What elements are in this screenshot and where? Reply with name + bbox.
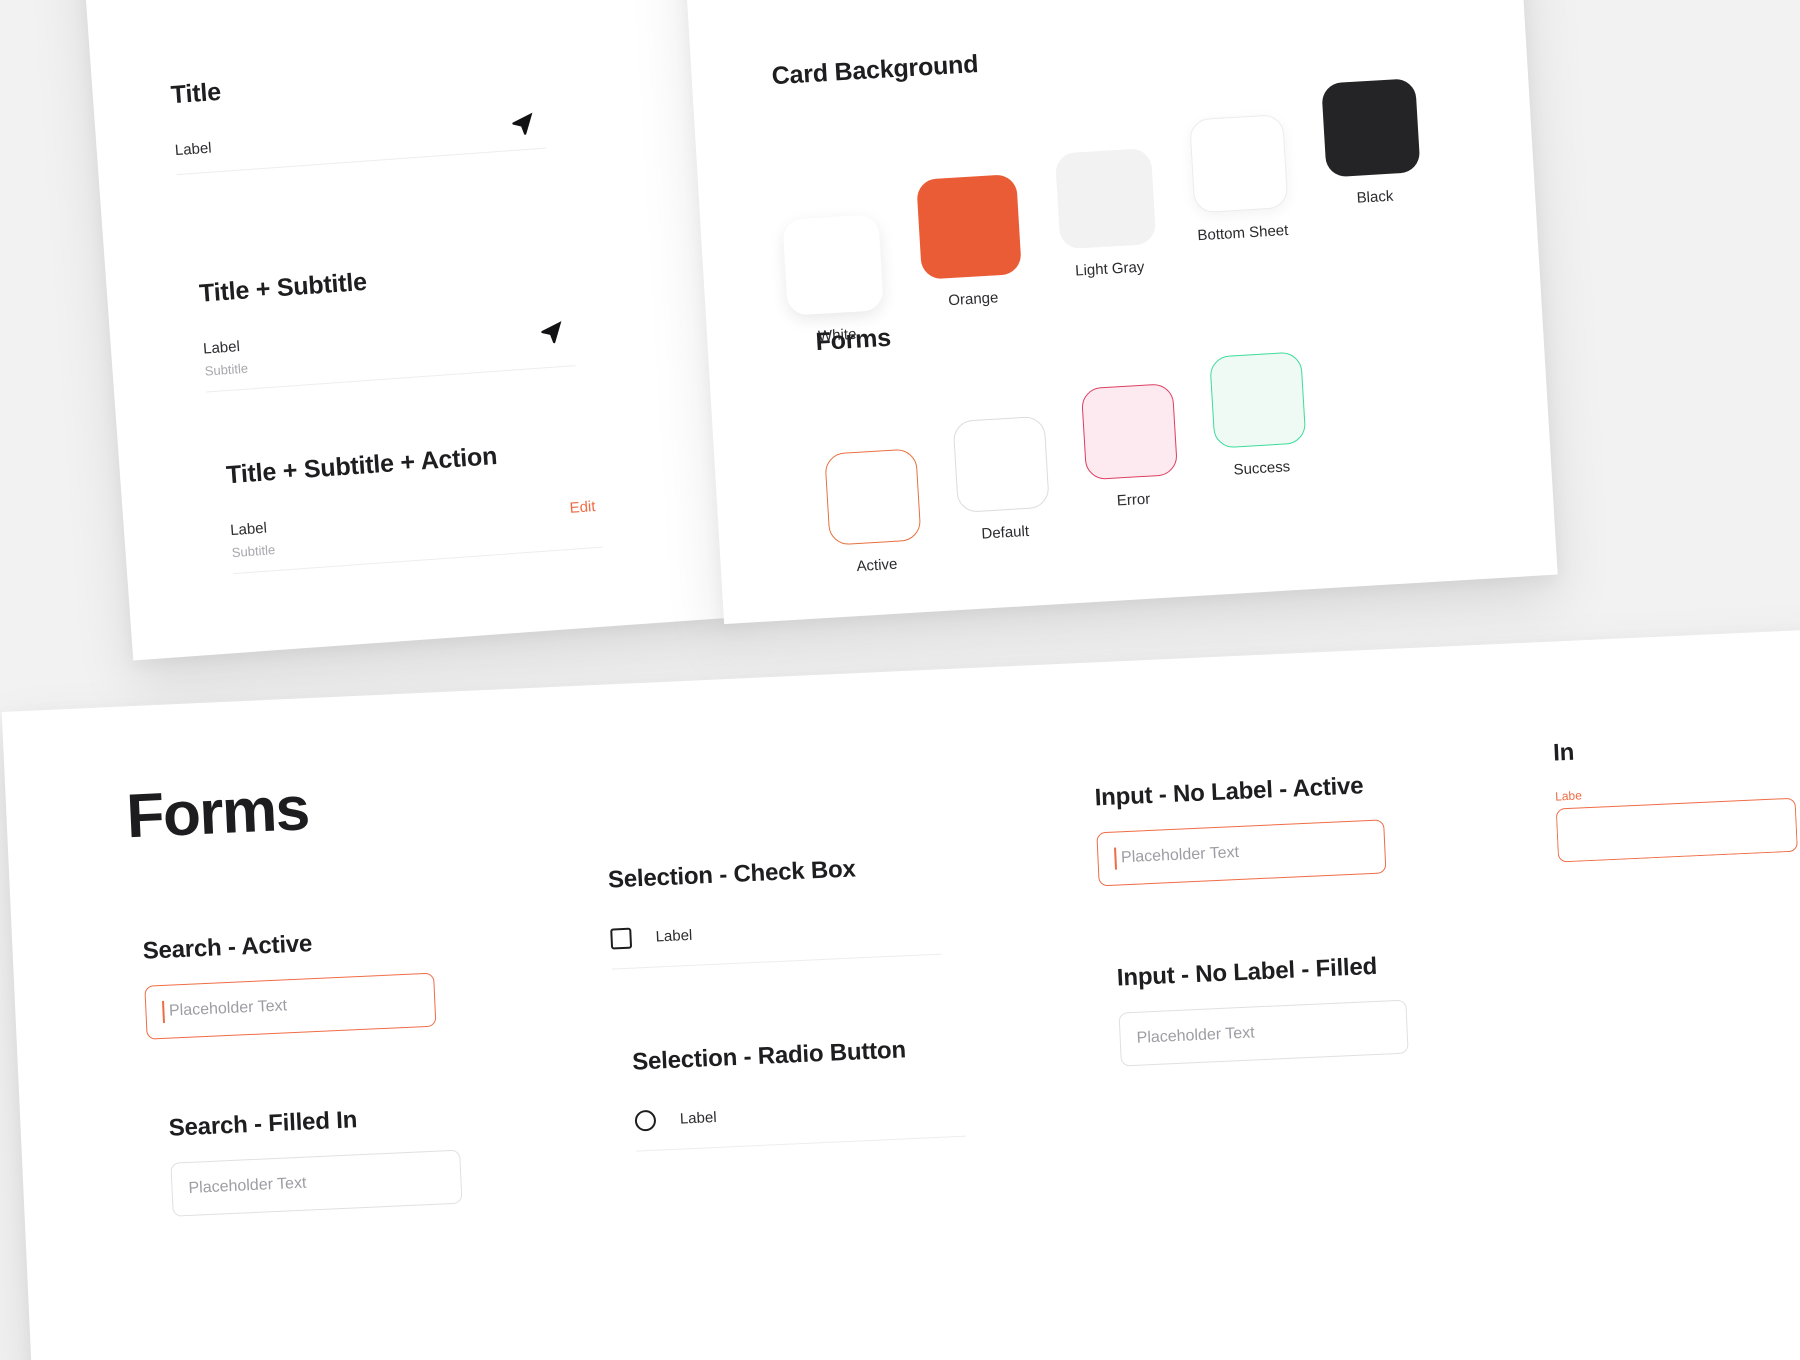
swatch-form-active[interactable]: Active [824, 448, 923, 576]
search-input[interactable]: Placeholder Text [144, 972, 437, 1040]
input-value: Placeholder Text [1136, 1024, 1255, 1047]
swatch-label: Active [856, 555, 898, 576]
checkbox-icon[interactable] [610, 927, 633, 950]
text-caret [162, 1000, 165, 1023]
swatch-chip[interactable] [782, 214, 884, 316]
list-row[interactable]: Label [174, 113, 546, 175]
input-nolabel-filled-group: Input - No Label - Filled Placeholder Te… [1116, 952, 1409, 1067]
input-nolabel-active[interactable]: Placeholder Text [1096, 819, 1387, 887]
list-row-label: Label [174, 139, 213, 160]
swatch-label: Light Gray [1074, 258, 1145, 280]
list-row[interactable]: Label Subtitle Edit [230, 496, 603, 574]
swatch-chip[interactable] [1189, 114, 1289, 214]
swatch-chip[interactable] [824, 448, 922, 546]
group-heading: Title + Subtitle + Action [225, 441, 499, 490]
list-items-card: Title Label Title + Subtitle Label Subti… [78, 0, 732, 661]
field-title: In [1552, 738, 1575, 767]
list-row[interactable]: Label Subtitle [203, 314, 576, 393]
radio-icon[interactable] [634, 1109, 657, 1132]
field-title: Search - Active [142, 930, 313, 965]
radio-row[interactable]: Label [634, 1096, 966, 1152]
field-title: Selection - Radio Button [631, 1036, 907, 1076]
input-label-clipped-group: In Labe [1553, 729, 1798, 863]
list-item-group-title: Title Label [169, 55, 546, 175]
input-nolabel-filled[interactable]: Placeholder Text [1118, 999, 1409, 1067]
divider [636, 1135, 966, 1152]
swatch-label: Orange [947, 289, 999, 310]
swatch-form-success[interactable]: Success [1209, 351, 1308, 479]
field-title: Input - No Label - Active [1094, 772, 1364, 812]
swatch-chip[interactable] [1080, 383, 1179, 481]
card-background-heading: Card Background [770, 50, 979, 91]
swatch-bottom-sheet[interactable]: Bottom Sheet [1189, 114, 1290, 244]
field-title: Selection - Check Box [607, 855, 857, 894]
selection-checkbox-group: Selection - Check Box Label [607, 852, 942, 970]
group-heading: Title + Subtitle [198, 267, 368, 308]
swatch-label: Black [1356, 187, 1394, 207]
checkbox-row[interactable]: Label [610, 914, 942, 970]
field-title: Input - No Label - Filled [1116, 952, 1378, 992]
swatch-label: Error [1116, 490, 1151, 510]
input-placeholder: Placeholder Text [1120, 843, 1240, 867]
card-background-swatch-row: White Orange Light Gray Bottom Sheet Bla… [776, 78, 1429, 347]
group-heading: Title [169, 77, 222, 110]
divider [611, 953, 942, 970]
edit-action-button[interactable]: Edit [569, 498, 596, 517]
swatch-chip[interactable] [1054, 147, 1157, 250]
radio-label: Label [679, 1108, 717, 1128]
search-active-group: Search - Active Placeholder Text [142, 925, 437, 1040]
swatch-chip[interactable] [916, 173, 1022, 280]
send-icon[interactable] [509, 110, 537, 138]
swatch-orange[interactable]: Orange [916, 173, 1024, 311]
swatch-form-default[interactable]: Default [952, 415, 1052, 544]
input-label-active[interactable] [1555, 797, 1798, 863]
field-title: Search - Filled In [168, 1106, 358, 1142]
list-item-group-title-subtitle-action: Title + Subtitle + Action Label Subtitle… [225, 435, 603, 574]
swatches-card: Card Background White Orange Light Gray … [677, 0, 1558, 625]
input-nolabel-active-group: Input - No Label - Active Placeholder Te… [1094, 771, 1387, 887]
swatch-form-error[interactable]: Error [1080, 383, 1180, 511]
checkbox-label: Label [655, 926, 693, 946]
list-item-group-title-subtitle: Title + Subtitle Label Subtitle [198, 253, 576, 393]
text-caret [1114, 847, 1117, 870]
design-system-canvas: Title Label Title + Subtitle Label Subti… [0, 0, 1800, 1360]
search-placeholder: Placeholder Text [168, 997, 288, 1020]
swatch-label: Default [981, 522, 1030, 543]
swatch-black[interactable]: Black [1321, 78, 1422, 208]
swatch-light-gray[interactable]: Light Gray [1054, 147, 1158, 280]
swatch-label: Bottom Sheet [1197, 221, 1289, 245]
forms-panel-card: Forms Search - Active Placeholder Text S… [1, 627, 1800, 1360]
forms-swatch-heading: Forms [814, 323, 892, 357]
swatch-label: Success [1233, 458, 1291, 479]
search-filled-group: Search - Filled In Placeholder Text [168, 1102, 463, 1217]
swatch-chip[interactable] [1321, 78, 1421, 178]
search-input-filled[interactable]: Placeholder Text [170, 1149, 463, 1217]
search-value: Placeholder Text [188, 1174, 307, 1197]
forms-swatch-row: Active Default Error Success [820, 351, 1313, 576]
swatch-chip[interactable] [952, 415, 1050, 514]
send-icon[interactable] [538, 318, 566, 346]
forms-panel-heading: Forms [125, 774, 310, 852]
selection-radio-group: Selection - Radio Button Label [631, 1034, 966, 1152]
swatch-chip[interactable] [1209, 351, 1307, 449]
